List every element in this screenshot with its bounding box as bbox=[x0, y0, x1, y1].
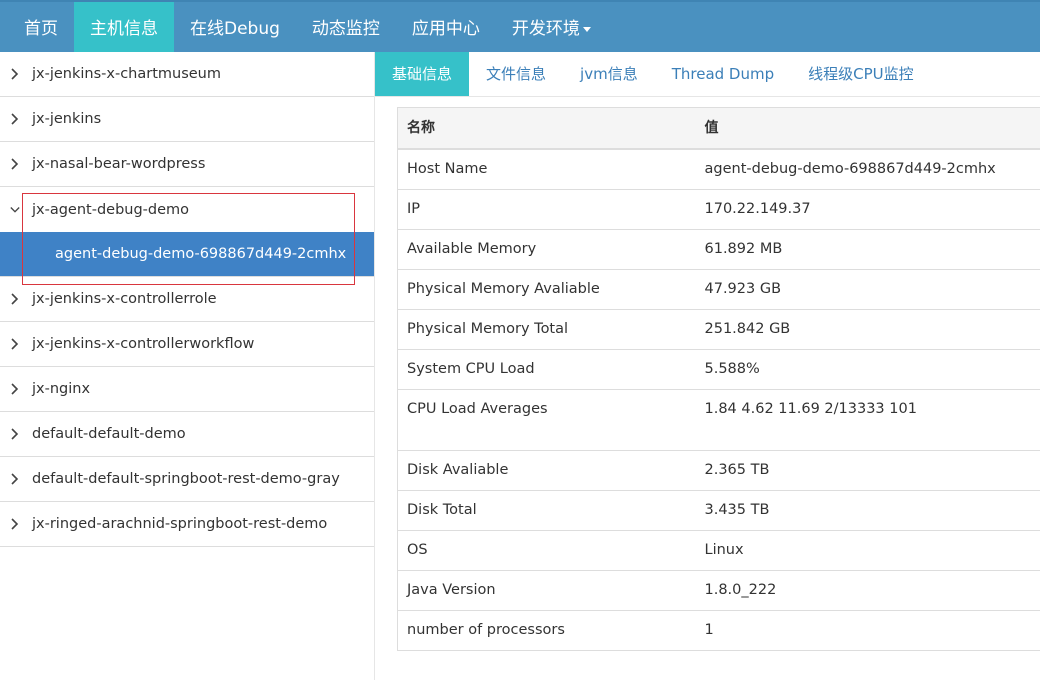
row-name: Available Memory bbox=[397, 229, 696, 270]
table-row: OS Linux bbox=[397, 530, 1040, 571]
table-row: Java Version 1.8.0_222 bbox=[397, 570, 1040, 611]
info-tabs: 基础信息 文件信息 jvm信息 Thread Dump 线程级CPU监控 bbox=[375, 52, 1040, 97]
row-name: IP bbox=[397, 189, 696, 230]
nav-dev-env-dropdown[interactable]: 开发环境 bbox=[496, 2, 607, 52]
tree-item-label: default-default-springboot-rest-demo-gra… bbox=[32, 471, 340, 487]
row-name: Disk Total bbox=[397, 490, 696, 531]
tree-item-label: default-default-demo bbox=[32, 426, 186, 442]
top-nav: 首页 主机信息 在线Debug 动态监控 应用中心 开发环境 bbox=[0, 0, 1040, 52]
chevron-right-icon bbox=[0, 293, 32, 305]
chevron-right-icon bbox=[0, 68, 32, 80]
tree-item-label: jx-agent-debug-demo bbox=[32, 201, 190, 218]
row-name: Disk Avaliable bbox=[397, 450, 696, 491]
row-value: 170.22.149.37 bbox=[695, 189, 1040, 230]
row-value: Linux bbox=[695, 530, 1040, 571]
nav-dynamic-monitor[interactable]: 动态监控 bbox=[296, 2, 396, 52]
tree-child-selected[interactable]: agent-debug-demo-698867d449-2cmhx bbox=[0, 232, 374, 277]
row-value: 3.435 TB bbox=[695, 490, 1040, 531]
row-name: OS bbox=[397, 530, 696, 571]
table-row: Disk Total 3.435 TB bbox=[397, 490, 1040, 531]
table-row: Physical Memory Total 251.842 GB bbox=[397, 309, 1040, 350]
caret-down-icon bbox=[582, 26, 591, 32]
table-row: System CPU Load 5.588% bbox=[397, 349, 1040, 390]
tree-item[interactable]: jx-jenkins bbox=[0, 97, 374, 142]
chevron-right-icon bbox=[0, 338, 32, 350]
tab-thread-cpu-monitor[interactable]: 线程级CPU监控 bbox=[791, 52, 931, 96]
table-row: number of processors 1 bbox=[397, 610, 1040, 651]
row-name: Java Version bbox=[397, 570, 696, 611]
nav-dev-env-label: 开发环境 bbox=[511, 19, 580, 39]
table-row: Disk Avaliable 2.365 TB bbox=[397, 450, 1040, 491]
tree-item[interactable]: jx-nasal-bear-wordpress bbox=[0, 142, 374, 187]
row-value: 1.84 4.62 11.69 2/13333 101 bbox=[695, 389, 1040, 451]
chevron-right-icon bbox=[0, 113, 32, 125]
tree-item-expanded[interactable]: jx-agent-debug-demo bbox=[0, 187, 374, 232]
tab-file-info[interactable]: 文件信息 bbox=[469, 52, 563, 96]
tab-jvm-info[interactable]: jvm信息 bbox=[563, 52, 655, 96]
row-name: Physical Memory Avaliable bbox=[397, 269, 696, 310]
row-value: agent-debug-demo-698867d449-2cmhx bbox=[695, 149, 1040, 190]
host-tree: jx-jenkins-x-chartmuseum jx-jenkins jx-n… bbox=[0, 52, 375, 680]
row-name: number of processors bbox=[397, 610, 696, 651]
tree-item-label: jx-jenkins bbox=[32, 111, 102, 127]
nav-home[interactable]: 首页 bbox=[8, 2, 74, 52]
column-header-name: 名称 bbox=[397, 107, 696, 150]
tree-item-label: jx-ringed-arachnid-springboot-rest-demo bbox=[32, 516, 328, 532]
tree-item-label: jx-jenkins-x-chartmuseum bbox=[32, 66, 221, 82]
row-value: 47.923 GB bbox=[695, 269, 1040, 310]
row-name: Physical Memory Total bbox=[397, 309, 696, 350]
tab-thread-dump[interactable]: Thread Dump bbox=[655, 52, 791, 96]
chevron-right-icon bbox=[0, 158, 32, 170]
column-header-value: 值 bbox=[695, 107, 1040, 150]
table-row: IP 170.22.149.37 bbox=[397, 189, 1040, 230]
tree-item[interactable]: jx-jenkins-x-chartmuseum bbox=[0, 52, 374, 97]
tree-item-label: jx-nasal-bear-wordpress bbox=[32, 156, 206, 172]
tree-item[interactable]: jx-ringed-arachnid-springboot-rest-demo bbox=[0, 502, 374, 547]
tree-item[interactable]: jx-nginx bbox=[0, 367, 374, 412]
nav-host-info[interactable]: 主机信息 bbox=[74, 2, 174, 52]
tree-item-label: jx-jenkins-x-controllerworkflow bbox=[32, 336, 255, 352]
chevron-right-icon bbox=[0, 428, 32, 440]
table-row: Physical Memory Avaliable 47.923 GB bbox=[397, 269, 1040, 310]
table-row: Host Name agent-debug-demo-698867d449-2cm… bbox=[397, 149, 1040, 190]
table-header-row: 名称 值 bbox=[397, 107, 1040, 150]
chevron-right-icon bbox=[0, 518, 32, 530]
tree-item[interactable]: default-default-demo bbox=[0, 412, 374, 457]
row-value: 251.842 GB bbox=[695, 309, 1040, 350]
row-value: 2.365 TB bbox=[695, 450, 1040, 491]
row-value: 1 bbox=[695, 610, 1040, 651]
nav-online-debug[interactable]: 在线Debug bbox=[174, 2, 296, 52]
table-row: CPU Load Averages 1.84 4.62 11.69 2/13333… bbox=[397, 389, 1040, 451]
tree-item-label: jx-nginx bbox=[32, 381, 91, 397]
chevron-down-icon bbox=[0, 204, 32, 216]
nav-app-center[interactable]: 应用中心 bbox=[396, 2, 496, 52]
row-value: 61.892 MB bbox=[695, 229, 1040, 270]
row-value: 1.8.0_222 bbox=[695, 570, 1040, 611]
tree-item[interactable]: default-default-springboot-rest-demo-gra… bbox=[0, 457, 374, 502]
chevron-right-icon bbox=[0, 383, 32, 395]
host-info-table: 名称 值 Host Name agent-debug-demo-698867d44… bbox=[397, 107, 1040, 651]
row-name: CPU Load Averages bbox=[397, 389, 696, 451]
table-row: Available Memory 61.892 MB bbox=[397, 229, 1040, 270]
tree-item[interactable]: jx-jenkins-x-controllerworkflow bbox=[0, 322, 374, 367]
row-name: System CPU Load bbox=[397, 349, 696, 390]
row-name: Host Name bbox=[397, 149, 696, 190]
row-value: 5.588% bbox=[695, 349, 1040, 390]
tab-basic-info[interactable]: 基础信息 bbox=[375, 52, 470, 96]
tree-item[interactable]: jx-jenkins-x-controllerrole bbox=[0, 277, 374, 322]
tree-item-label: jx-jenkins-x-controllerrole bbox=[32, 291, 217, 307]
chevron-right-icon bbox=[0, 473, 32, 485]
